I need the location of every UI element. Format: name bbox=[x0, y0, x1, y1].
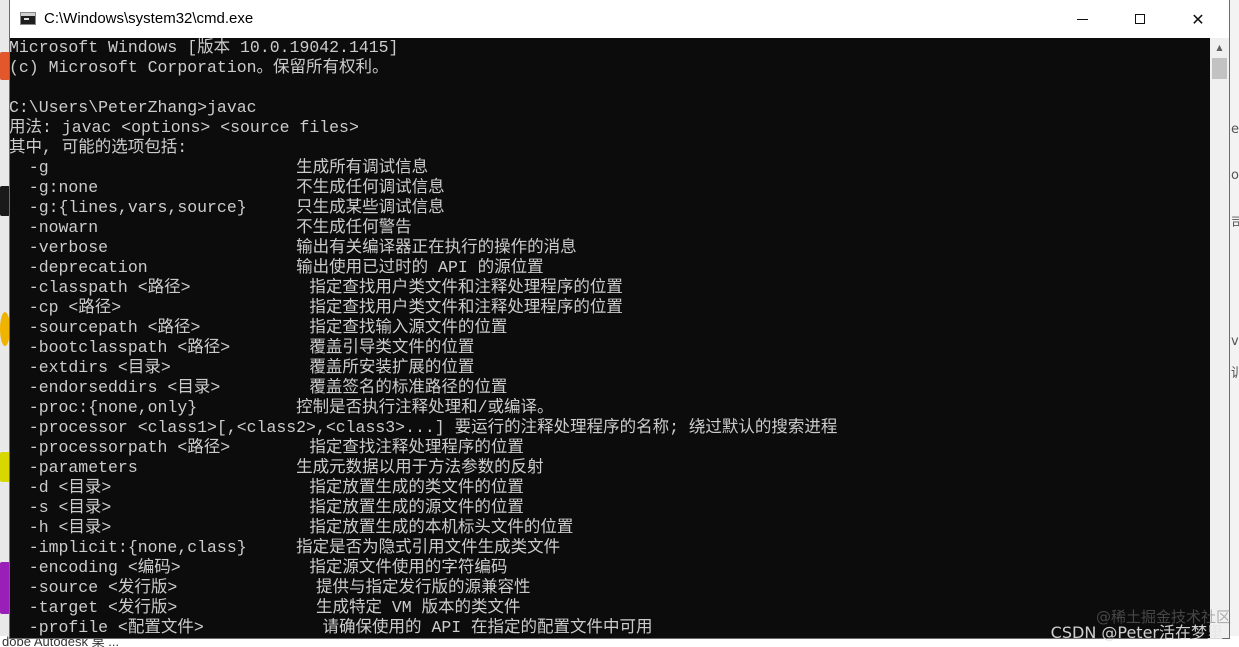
desktop-label-fragment: e bbox=[1231, 122, 1239, 137]
close-icon: ✕ bbox=[1191, 9, 1205, 29]
console-line: -bootclasspath <路径> 覆盖引导类文件的位置 bbox=[10, 338, 475, 357]
console-line: -extdirs <目录> 覆盖所安装扩展的位置 bbox=[10, 358, 475, 377]
desktop-label-fragment: 训 bbox=[1231, 362, 1239, 381]
console-line: -processor <class1>[,<class2>,<class3>..… bbox=[10, 418, 838, 437]
console-line: -deprecation 输出使用已过时的 API 的源位置 bbox=[10, 258, 544, 277]
console-line: -cp <路径> 指定查找用户类文件和注释处理程序的位置 bbox=[10, 298, 623, 317]
console-line: -proc:{none,only} 控制是否执行注释处理和/或编译。 bbox=[10, 398, 554, 417]
console-line: -target <发行版> 生成特定 VM 版本的类文件 bbox=[10, 598, 521, 617]
console-text: Microsoft Windows [版本 10.0.19042.1415] (c… bbox=[10, 38, 837, 638]
console-line: -classpath <路径> 指定查找用户类文件和注释处理程序的位置 bbox=[10, 278, 623, 297]
console-line: Microsoft Windows [版本 10.0.19042.1415] bbox=[10, 38, 399, 57]
console-line: -profile <配置文件> 请确保使用的 API 在指定的配置文件中可用 bbox=[10, 618, 653, 637]
console-output[interactable]: Microsoft Windows [版本 10.0.19042.1415] (c… bbox=[10, 38, 1210, 638]
desktop-label-fragment: o bbox=[1231, 168, 1239, 183]
vertical-scrollbar[interactable]: ▲ bbox=[1210, 38, 1229, 638]
console-line: -h <目录> 指定放置生成的本机标头文件的位置 bbox=[10, 518, 574, 537]
console-line: C:\Users\PeterZhang>javac bbox=[10, 98, 257, 117]
cmd-window: C:\Windows\system32\cmd.exe ✕ Microsoft … bbox=[10, 0, 1229, 638]
desktop-left-edge bbox=[0, 0, 10, 647]
console-app-icon[interactable] bbox=[20, 12, 36, 25]
console-line: -source <发行版> 提供与指定发行版的源兼容性 bbox=[10, 578, 531, 597]
maximize-button[interactable] bbox=[1111, 0, 1169, 38]
console-line: -g:none 不生成任何调试信息 bbox=[10, 178, 445, 197]
desktop-app-icon[interactable] bbox=[0, 312, 10, 346]
console-line: -parameters 生成元数据以用于方法参数的反射 bbox=[10, 458, 544, 477]
desktop-label-fragment: 司 bbox=[1231, 212, 1239, 231]
scroll-up-arrow-icon[interactable]: ▲ bbox=[1210, 38, 1229, 56]
desktop-app-icon[interactable] bbox=[0, 186, 10, 216]
close-button[interactable]: ✕ bbox=[1169, 0, 1227, 38]
minimize-button[interactable] bbox=[1053, 0, 1111, 38]
console-line: -processorpath <路径> 指定查找注释处理程序的位置 bbox=[10, 438, 524, 457]
title-bar[interactable]: C:\Windows\system32\cmd.exe ✕ bbox=[10, 0, 1229, 38]
desktop-right-edge: e o 司 va 训 bbox=[1229, 0, 1239, 647]
minimize-icon bbox=[1076, 18, 1088, 20]
desktop-app-icon[interactable] bbox=[0, 52, 10, 80]
desktop-app-icon[interactable] bbox=[0, 562, 10, 614]
window-title: C:\Windows\system32\cmd.exe bbox=[44, 10, 254, 27]
console-line: -d <目录> 指定放置生成的类文件的位置 bbox=[10, 478, 524, 497]
desktop-label-fragment: va bbox=[1231, 334, 1239, 349]
console-line: 其中, 可能的选项包括: bbox=[10, 138, 188, 157]
console-line: -implicit:{none,class} 指定是否为隐式引用文件生成类文件 bbox=[10, 538, 561, 557]
console-line: -s <目录> 指定放置生成的源文件的位置 bbox=[10, 498, 524, 517]
console-line: -verbose 输出有关编译器正在执行的操作的消息 bbox=[10, 238, 577, 257]
scrollbar-thumb[interactable] bbox=[1212, 58, 1227, 79]
console-line: 用法: javac <options> <source files> bbox=[10, 118, 359, 137]
console-line: (c) Microsoft Corporation。保留所有权利。 bbox=[10, 58, 389, 77]
console-line: -encoding <编码> 指定源文件使用的字符编码 bbox=[10, 558, 508, 577]
console-line: -endorseddirs <目录> 覆盖签名的标准路径的位置 bbox=[10, 378, 508, 397]
maximize-icon bbox=[1135, 14, 1145, 24]
console-line: -g:{lines,vars,source} 只生成某些调试信息 bbox=[10, 198, 445, 217]
screen: e o 司 va 训 dobe Autodesk 桌 ... C:\Window… bbox=[0, 0, 1239, 647]
console-line: -nowarn 不生成任何警告 bbox=[10, 218, 412, 237]
console-line: -g 生成所有调试信息 bbox=[10, 158, 429, 177]
console-line: -sourcepath <路径> 指定查找输入源文件的位置 bbox=[10, 318, 508, 337]
desktop-app-icon[interactable] bbox=[0, 452, 10, 482]
